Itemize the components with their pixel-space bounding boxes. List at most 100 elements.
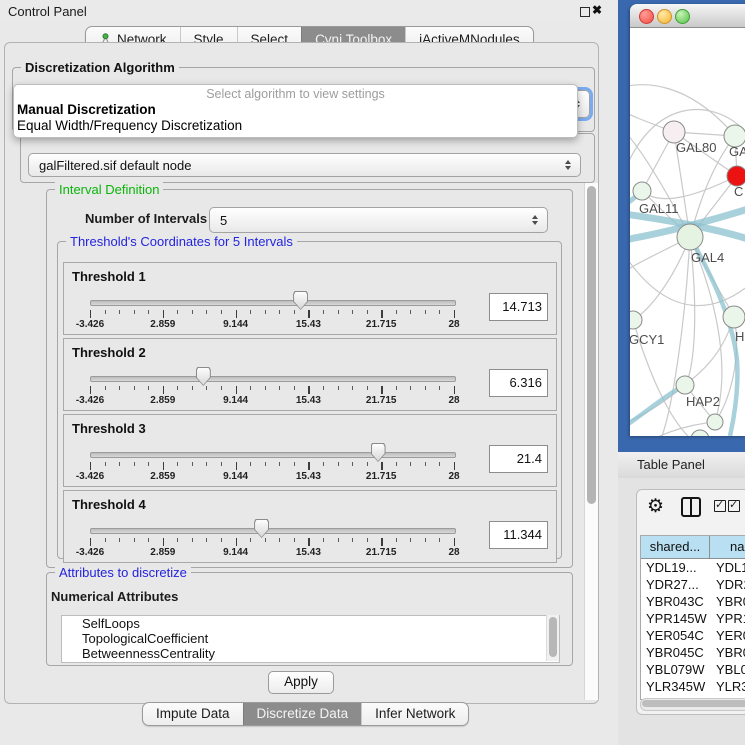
zoom-traffic-light-icon[interactable] xyxy=(675,9,690,24)
node-label: GAL4 xyxy=(691,250,724,265)
gear-icon[interactable]: ⚙ xyxy=(647,496,664,518)
number-of-intervals-value: 5 xyxy=(210,213,530,228)
threshold-value-field[interactable]: 21.4 xyxy=(489,445,548,473)
numerical-attributes-label: Numerical Attributes xyxy=(51,589,178,604)
tab-discretize-data[interactable]: Discretize Data xyxy=(243,703,362,725)
threshold-slider[interactable]: -3.4262.8599.14415.4321.71528 xyxy=(90,491,454,562)
cell-name: YBR0 xyxy=(709,644,745,661)
algorithm-option-equal-width-frequency-discretization[interactable]: Equal Width/Frequency Discretization xyxy=(14,118,577,134)
threshold-slider[interactable]: -3.4262.8599.14415.4321.71528 xyxy=(90,415,454,486)
slider-handle[interactable] xyxy=(196,367,211,386)
tick-mark xyxy=(367,310,368,314)
slider-handle-face xyxy=(197,368,210,385)
discretization-algorithm-title: Discretization Algorithm xyxy=(21,60,179,75)
slider-handle-face xyxy=(255,520,268,537)
network-edge xyxy=(633,237,690,320)
network-node-h[interactable] xyxy=(723,306,745,328)
tick-mark xyxy=(265,386,266,390)
split-columns-icon[interactable] xyxy=(681,497,701,517)
threshold-value-field[interactable]: 14.713 xyxy=(489,293,548,321)
minimize-traffic-light-icon[interactable] xyxy=(657,9,672,24)
cell-name: YLR3 xyxy=(709,678,745,695)
tick-label: 28 xyxy=(448,547,459,558)
number-of-intervals-combobox[interactable]: 5 xyxy=(209,207,548,233)
table-row[interactable]: YLR345WYLR3 xyxy=(641,678,745,695)
network-edge xyxy=(685,317,734,385)
settings-scrollbar[interactable] xyxy=(584,183,598,700)
table-row[interactable]: YBL079WYBL0 xyxy=(641,661,745,678)
table-row[interactable]: YDR27...YDR2 xyxy=(641,576,745,593)
network-node-gcy1[interactable] xyxy=(630,311,642,329)
threshold-slider[interactable]: -3.4262.8599.14415.4321.71528 xyxy=(90,263,454,334)
network-node[interactable] xyxy=(691,430,709,436)
algorithm-option-manual-discretization[interactable]: Manual Discretization xyxy=(14,102,577,118)
table-row[interactable]: YER054CYER0 xyxy=(641,627,745,644)
numerical-attributes-list[interactable]: SelfLoopsTopologicalCoefficientBetweenne… xyxy=(61,615,560,663)
table-row[interactable]: YDL19...YDL1 xyxy=(641,559,745,576)
attribute-item-topologicalcoefficient[interactable]: TopologicalCoefficient xyxy=(62,631,559,646)
slider-handle[interactable] xyxy=(254,519,269,538)
float-window-icon[interactable] xyxy=(580,7,590,17)
network-canvas[interactable]: GAL80GACGAL11GAL4GCY1HHAP2 xyxy=(630,28,745,436)
tick-mark xyxy=(338,462,339,466)
network-node[interactable] xyxy=(707,414,723,430)
slider-track xyxy=(90,528,456,534)
table-header-row: shared... na xyxy=(641,536,745,559)
threshold-value-field[interactable]: 11.344 xyxy=(489,521,548,549)
tick-mark xyxy=(236,462,237,470)
network-node-gal4[interactable] xyxy=(677,224,703,250)
network-node-hap2[interactable] xyxy=(676,376,694,394)
threshold-box: Threshold 3-3.4262.8599.14415.4321.71528… xyxy=(63,414,557,487)
scrollbar-thumb[interactable] xyxy=(587,186,596,504)
table-row[interactable]: YBR043CYBR0 xyxy=(641,593,745,610)
apply-button[interactable]: Apply xyxy=(268,671,334,694)
table-data-combobox[interactable]: galFiltered.sif default node xyxy=(28,153,581,177)
scrollbar-thumb[interactable] xyxy=(549,617,557,657)
tick-label: 9.144 xyxy=(223,395,248,406)
node-table[interactable]: shared... na YDL19...YDL1YDR27...YDR2YBR… xyxy=(640,535,745,700)
tab-infer-network[interactable]: Infer Network xyxy=(361,703,468,725)
interval-definition-title: Interval Definition xyxy=(55,182,163,197)
tick-mark xyxy=(410,462,411,466)
tick-mark xyxy=(192,538,193,542)
threshold-slider[interactable]: -3.4262.8599.14415.4321.71528 xyxy=(90,339,454,410)
attributes-scrollbar[interactable] xyxy=(546,615,559,661)
tick-mark xyxy=(279,538,280,542)
scrollbar-thumb[interactable] xyxy=(642,700,745,707)
threshold-value-field[interactable]: 6.316 xyxy=(489,369,548,397)
tab-impute-data[interactable]: Impute Data xyxy=(143,703,243,725)
network-node-c[interactable] xyxy=(727,166,745,186)
algorithm-dropdown-popup: Select algorithm to view settings Manual… xyxy=(13,84,578,138)
column-header-name[interactable]: na xyxy=(710,536,745,558)
checkbox-icon[interactable] xyxy=(728,500,740,512)
tick-mark xyxy=(90,310,91,318)
table-panel-title: Table Panel xyxy=(637,457,705,472)
slider-ticks xyxy=(90,538,454,546)
threshold-box: Threshold 2-3.4262.8599.14415.4321.71528… xyxy=(63,338,557,411)
app-root: Control Panel ✖ NetworkStyleSelectCyni T… xyxy=(0,0,745,745)
combo-stepper-icon xyxy=(563,160,572,170)
network-window-titlebar xyxy=(630,4,745,28)
checkbox-icon[interactable] xyxy=(714,500,726,512)
tick-labels: -3.4262.8599.14415.4321.71528 xyxy=(90,471,454,483)
attribute-item-betweennesscentrality[interactable]: BetweennessCentrality xyxy=(62,646,559,661)
table-row[interactable]: YBR045CYBR0 xyxy=(641,644,745,661)
tick-label: 21.715 xyxy=(366,547,397,558)
tick-mark xyxy=(148,386,149,390)
close-icon[interactable]: ✖ xyxy=(592,3,602,17)
tick-mark xyxy=(90,462,91,470)
attribute-item-selfloops[interactable]: SelfLoops xyxy=(62,616,559,631)
cell-shared-name: YER054C xyxy=(641,627,709,644)
slider-handle[interactable] xyxy=(293,291,308,310)
tick-mark xyxy=(294,462,295,466)
tick-mark xyxy=(352,310,353,314)
table-row[interactable]: YPR145WYPR1 xyxy=(641,610,745,627)
slider-track xyxy=(90,376,456,382)
number-of-intervals-label: Number of Intervals xyxy=(85,211,207,226)
table-horizontal-scrollbar[interactable] xyxy=(640,698,745,711)
table-data-value: galFiltered.sif default node xyxy=(29,158,563,173)
column-header-shared[interactable]: shared... xyxy=(641,536,710,558)
network-node-gal11[interactable] xyxy=(633,182,651,200)
slider-handle[interactable] xyxy=(371,443,386,462)
close-traffic-light-icon[interactable] xyxy=(639,9,654,24)
